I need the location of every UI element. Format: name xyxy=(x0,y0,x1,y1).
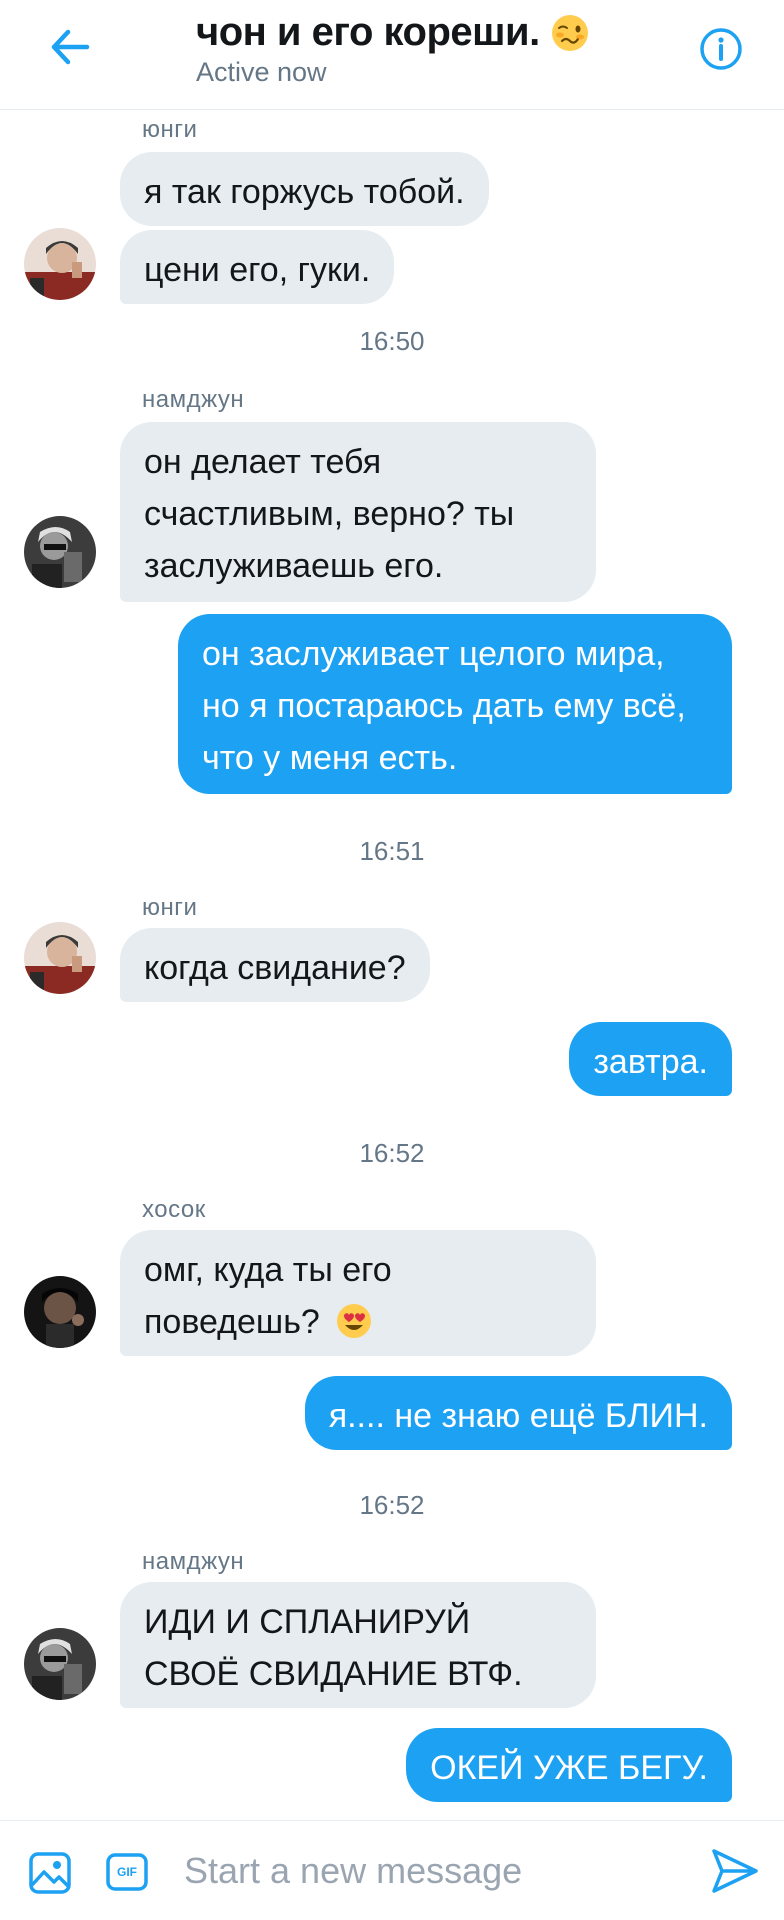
send-icon xyxy=(712,1849,758,1893)
timestamp: 16:52 xyxy=(359,1138,425,1168)
avatar[interactable] xyxy=(24,1276,96,1348)
sender-name: намджун xyxy=(142,1548,245,1575)
avatar-image xyxy=(24,1628,96,1700)
avatar-image xyxy=(24,228,96,300)
avatar[interactable] xyxy=(24,922,96,994)
sender-name: хосок xyxy=(142,1196,206,1223)
incoming-message[interactable]: ИДИ И СПЛАНИРУЙ СВОЁ СВИДАНИЕ ВТФ. xyxy=(120,1582,596,1708)
arrow-left-icon xyxy=(51,29,90,65)
avatar-image xyxy=(24,922,96,994)
info-icon xyxy=(700,28,742,70)
gif-label: GIF xyxy=(117,1865,137,1879)
incoming-message[interactable]: цени его, гуки. xyxy=(120,230,395,304)
timestamp: 16:52 xyxy=(359,1490,425,1520)
incoming-message[interactable]: я так горжусь тобой. xyxy=(120,152,489,226)
outgoing-message[interactable]: завтра. xyxy=(569,1022,732,1096)
sender-name: юнги xyxy=(142,116,198,143)
sender-name: юнги xyxy=(142,894,198,921)
timestamp: 16:50 xyxy=(359,326,425,356)
conversation-title: чон и его кореши. xyxy=(196,10,590,55)
outgoing-message[interactable]: ОКЕЙ УЖЕ БЕГУ. xyxy=(406,1728,732,1802)
woozy-face-emoji xyxy=(551,14,588,51)
conversation-header: чон и его кореши. Active now xyxy=(0,0,784,110)
heart-eyes-emoji xyxy=(337,1304,372,1339)
send-button[interactable] xyxy=(710,1847,760,1895)
add-image-button[interactable] xyxy=(28,1851,72,1895)
image-icon xyxy=(29,1852,71,1894)
conversation-title-text: чон и его кореши. xyxy=(196,10,540,54)
avatar-image xyxy=(24,516,96,588)
outgoing-message[interactable]: я.... не знаю ещё БЛИН. xyxy=(304,1376,732,1450)
back-button[interactable] xyxy=(40,22,100,72)
incoming-message[interactable]: когда свидание? xyxy=(120,928,430,1002)
message-thread[interactable]: юнги я так горжусь тобой. цени его, гуки… xyxy=(0,110,784,1820)
presence-status: Active now xyxy=(196,57,327,87)
add-gif-button[interactable]: GIF xyxy=(106,1853,148,1891)
incoming-message[interactable]: он делает тебя счастливым, верно? ты зас… xyxy=(120,422,596,602)
message-input[interactable] xyxy=(184,1843,684,1899)
info-button[interactable] xyxy=(698,26,744,72)
sender-name: намджун xyxy=(142,386,245,413)
incoming-message[interactable]: омг, куда ты его поведешь? xyxy=(120,1230,596,1356)
avatar[interactable] xyxy=(24,228,96,300)
avatar[interactable] xyxy=(24,516,96,588)
timestamp: 16:51 xyxy=(359,836,425,866)
message-composer: GIF xyxy=(0,1820,784,1920)
avatar-image xyxy=(24,1276,96,1348)
avatar[interactable] xyxy=(24,1628,96,1700)
outgoing-message[interactable]: он заслуживает целого мира, но я постара… xyxy=(178,614,732,794)
conversation-title-block[interactable]: чон и его кореши. Active now xyxy=(196,10,590,88)
